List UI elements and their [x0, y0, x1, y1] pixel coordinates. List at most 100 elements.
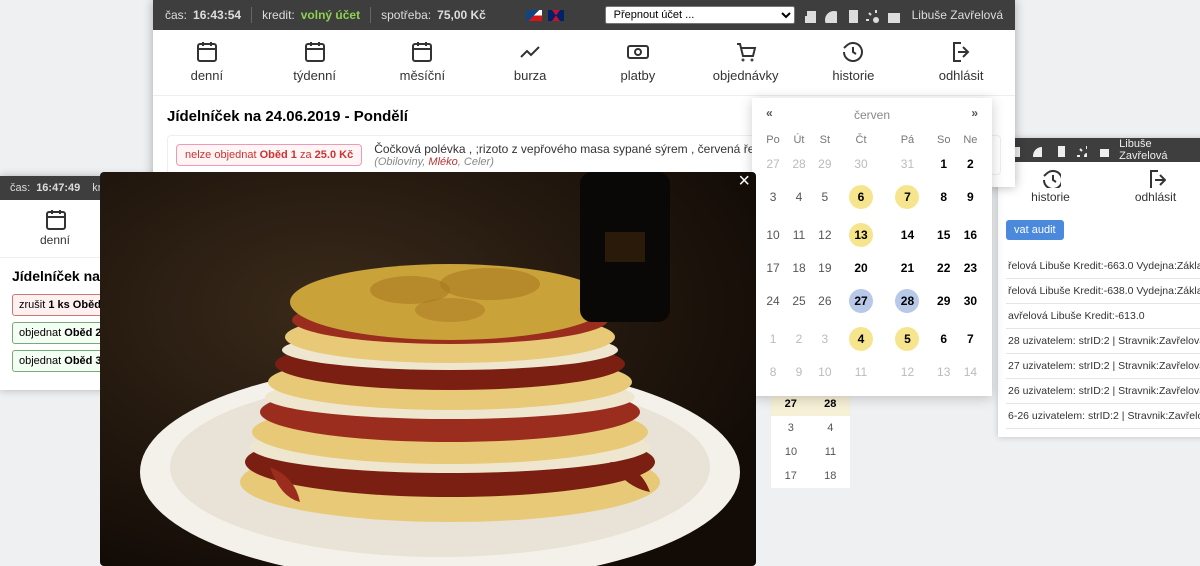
file-icon[interactable]: [1052, 144, 1064, 157]
next-month-icon[interactable]: »: [971, 106, 978, 120]
nav-objednavky[interactable]: objednávky: [692, 30, 800, 95]
calendar-day[interactable]: 5: [812, 178, 838, 216]
calendar-day[interactable]: 29: [812, 150, 838, 178]
log-row: 27 uzivatelem: strID:2 | Stravnik:Zavřel…: [1006, 354, 1200, 379]
mail-icon[interactable]: [1097, 144, 1109, 157]
calendar-day[interactable]: 20: [838, 254, 884, 282]
nav-historie[interactable]: historie: [800, 30, 908, 95]
food-illustration: [100, 172, 756, 566]
calendar-day[interactable]: 10: [760, 216, 786, 254]
calendar-day[interactable]: 5: [884, 320, 930, 358]
calendar-day[interactable]: 2: [957, 150, 984, 178]
spend-label: spotřeba:: [381, 8, 431, 22]
calendar-day[interactable]: 30: [838, 150, 884, 178]
calendar-day[interactable]: 12: [884, 358, 930, 386]
calendar-day[interactable]: 27: [760, 150, 786, 178]
flag-cz-icon[interactable]: [526, 10, 542, 21]
credit-value: volný účet: [301, 8, 360, 22]
account-switch-select[interactable]: Přepnout účet ...: [605, 6, 795, 24]
calendar-day[interactable]: 11: [838, 358, 884, 386]
log-row: 28 uzivatelem: strID:2 | Stravnik:Zavřel…: [1006, 329, 1200, 354]
calendar-day[interactable]: 24: [760, 282, 786, 320]
log-row: 26 uzivatelem: strID:2 | Stravnik:Zavřel…: [1006, 379, 1200, 404]
user-name[interactable]: Libuše Zavřelová: [912, 8, 1003, 22]
calendar-day[interactable]: 23: [957, 254, 984, 282]
calendar-day[interactable]: 6: [931, 320, 957, 358]
calendar-day[interactable]: 11: [786, 216, 812, 254]
calendar-day[interactable]: 14: [884, 216, 930, 254]
calendar-day[interactable]: 9: [786, 358, 812, 386]
calendar-day[interactable]: 12: [812, 216, 838, 254]
calendar-popup: « červen » PoÚtStČtPáSoNe 27282930311234…: [752, 98, 992, 396]
time-value: 16:47:49: [36, 182, 80, 194]
calendar-day[interactable]: 8: [931, 178, 957, 216]
credit-label: kredit:: [262, 8, 295, 22]
calendar-day[interactable]: 26: [812, 282, 838, 320]
log-row: 6-26 uzivatelem: strID:2 | Stravnik:Zavř…: [1006, 404, 1200, 429]
close-icon[interactable]: ×: [738, 170, 750, 193]
calendar-day[interactable]: 17: [760, 254, 786, 282]
calendar-day[interactable]: 3: [812, 320, 838, 358]
calendar-day[interactable]: 1: [931, 150, 957, 178]
calendar-day[interactable]: 9: [957, 178, 984, 216]
calendar-day[interactable]: 18: [786, 254, 812, 282]
nav-odhlasit[interactable]: odhlásit: [907, 30, 1015, 95]
nav-denni[interactable]: denní: [0, 200, 110, 257]
nav: historie odhlásit: [998, 162, 1200, 212]
calendar-day[interactable]: 15: [931, 216, 957, 254]
calendar-day[interactable]: 28: [884, 282, 930, 320]
flag-en-icon[interactable]: [548, 10, 564, 21]
calendar-day[interactable]: 25: [786, 282, 812, 320]
calendar-day[interactable]: 19: [812, 254, 838, 282]
calendar-day[interactable]: 14: [957, 358, 984, 386]
calendar-day[interactable]: 3: [760, 178, 786, 216]
calendar-day[interactable]: 4: [786, 178, 812, 216]
log-row: avřelová Libuše Kredit:-613.0: [1006, 304, 1200, 329]
audit-button[interactable]: vat audit: [1006, 220, 1064, 240]
window-audit: Libuše Zavřelová historie odhlásit vat a…: [998, 138, 1200, 437]
spend-value: 75,00 Kč: [437, 8, 486, 22]
calendar-day[interactable]: 21: [884, 254, 930, 282]
nav-denni[interactable]: denní: [153, 30, 261, 95]
nav-odhlasit[interactable]: odhlásit: [1103, 162, 1200, 212]
nav-tydenni[interactable]: týdenní: [261, 30, 369, 95]
prev-month-icon[interactable]: «: [766, 106, 773, 120]
calendar-day[interactable]: 8: [760, 358, 786, 386]
calendar-day[interactable]: 7: [884, 178, 930, 216]
calendar-day[interactable]: 10: [812, 358, 838, 386]
month-label: červen: [854, 108, 890, 122]
info-icon[interactable]: [822, 8, 837, 23]
calendar-day[interactable]: 2: [786, 320, 812, 358]
info-icon[interactable]: [1030, 144, 1042, 157]
nav-platby[interactable]: platby: [584, 30, 692, 95]
time-value: 16:43:54: [193, 8, 241, 22]
log-row: řelová Libuše Kredit:-638.0 Vydejna:Zákl…: [1006, 279, 1200, 304]
nav-mesicni[interactable]: měsíční: [369, 30, 477, 95]
gear-icon[interactable]: [864, 8, 879, 23]
calendar-day[interactable]: 27: [838, 282, 884, 320]
print-icon[interactable]: [801, 8, 816, 23]
file-icon[interactable]: [843, 8, 858, 23]
calendar-day[interactable]: 29: [931, 282, 957, 320]
mail-icon[interactable]: [885, 8, 900, 23]
calendar-day[interactable]: 28: [786, 150, 812, 178]
main-nav: denní týdenní měsíční burza platby objed…: [153, 30, 1015, 96]
food-photo-overlay: ×: [100, 172, 756, 566]
gear-icon[interactable]: [1075, 144, 1087, 157]
calendar-day[interactable]: 31: [884, 150, 930, 178]
calendar-day[interactable]: 13: [931, 358, 957, 386]
calendar-day[interactable]: 1: [760, 320, 786, 358]
order-status-pill: nelze objednat Oběd 1 za 25.0 Kč: [176, 144, 362, 166]
topbar: Libuše Zavřelová: [998, 138, 1200, 162]
audit-body: vat audit řelová Libuše Kredit:-663.0 Vy…: [998, 212, 1200, 437]
log-row: řelová Libuše Kredit:-663.0 Vydejna:Zákl…: [1006, 254, 1200, 279]
calendar-day[interactable]: 6: [838, 178, 884, 216]
user-name[interactable]: Libuše Zavřelová: [1119, 138, 1198, 162]
nav-burza[interactable]: burza: [476, 30, 584, 95]
calendar-day[interactable]: 4: [838, 320, 884, 358]
calendar-day[interactable]: 16: [957, 216, 984, 254]
calendar-day[interactable]: 7: [957, 320, 984, 358]
calendar-day[interactable]: 22: [931, 254, 957, 282]
calendar-day[interactable]: 13: [838, 216, 884, 254]
calendar-day[interactable]: 30: [957, 282, 984, 320]
